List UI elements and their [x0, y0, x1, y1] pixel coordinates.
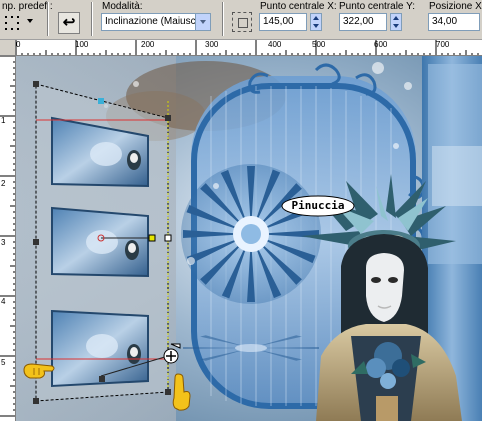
preset-dots-icon[interactable] — [3, 14, 23, 32]
ruler-v-label: 4 — [1, 297, 6, 306]
center-x-input[interactable]: 145,00 — [259, 13, 307, 31]
ruler-h-label: 200 — [141, 40, 155, 49]
mode-select[interactable]: Inclinazione (Maiusc) — [101, 13, 211, 31]
center-y-spinner[interactable] — [390, 13, 402, 31]
ruler-h-label: 300 — [205, 40, 219, 49]
separator — [47, 2, 49, 36]
center-x-spinner[interactable] — [310, 13, 322, 31]
separator — [91, 2, 93, 36]
position-x-label: Posizione X: — [429, 1, 482, 12]
ruler-h-label: 0 — [16, 40, 21, 49]
separator — [222, 2, 224, 36]
chevron-down-icon[interactable] — [195, 14, 210, 30]
ruler-h-label: 100 — [75, 40, 89, 49]
ruler-h-label: 600 — [374, 40, 388, 49]
reset-button[interactable]: ↩ — [58, 12, 80, 34]
image-canvas[interactable]: Pinuccia — [16, 56, 482, 421]
ruler-h-label: 700 — [436, 40, 450, 49]
horizontal-ruler[interactable]: 0 100 200 300 400 500 600 700 — [16, 40, 482, 56]
transform-icon[interactable] — [232, 12, 252, 32]
center-y-input[interactable]: 322,00 — [339, 13, 387, 31]
mode-select-value: Inclinazione (Maiusc) — [105, 16, 199, 27]
ruler-h-label: 400 — [268, 40, 282, 49]
canvas-artwork — [16, 56, 482, 421]
pinuccia-watermark: Pinuccia — [291, 199, 345, 212]
ruler-h-label: 500 — [312, 40, 326, 49]
center-y-label: Punto centrale Y: — [339, 1, 415, 12]
preset-dropdown-icon[interactable] — [27, 19, 33, 23]
ruler-v-label: 1 — [1, 116, 6, 125]
vertical-ruler[interactable]: 1 2 3 4 5 — [0, 56, 16, 421]
preset-label: np. predef.: — [2, 1, 53, 12]
mode-label: Modalità: — [102, 1, 143, 12]
ruler-v-label: 2 — [1, 179, 6, 188]
ruler-v-label: 5 — [1, 358, 6, 367]
ruler-v-label: 3 — [1, 238, 6, 247]
ruler-corner — [0, 40, 16, 56]
deformed-layer — [36, 84, 168, 401]
toolbar: np. predef.: ↩ Modalità: Inclinazione (M… — [0, 0, 482, 40]
center-x-label: Punto centrale X: — [260, 1, 337, 12]
position-x-input[interactable]: 34,00 — [428, 13, 480, 31]
